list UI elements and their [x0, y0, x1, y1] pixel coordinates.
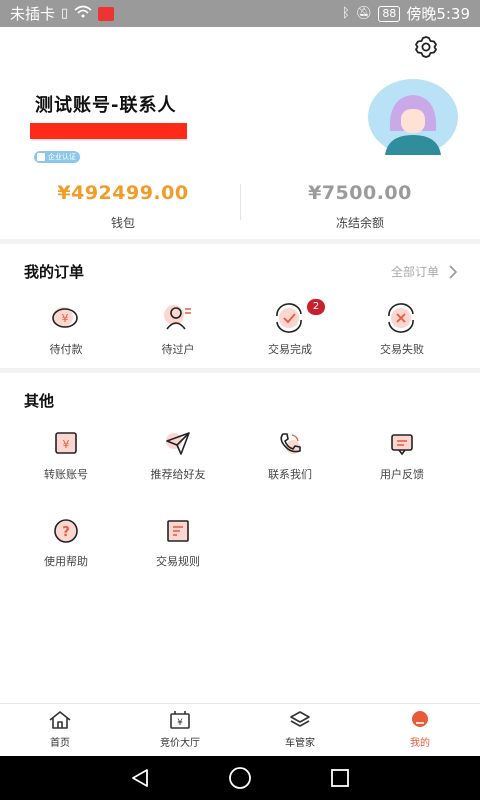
home-icon	[49, 711, 71, 729]
chevron-right-icon	[449, 264, 458, 279]
frozen-label: 冻结余额	[335, 216, 384, 230]
mute-icon: 🔕︎	[355, 6, 373, 21]
phone-icon	[280, 433, 301, 454]
other-label: 用户反馈	[380, 468, 424, 481]
clock-text: 傍晚5:39	[406, 5, 470, 23]
avatar[interactable]	[368, 79, 458, 155]
svg-text:¥: ¥	[63, 438, 70, 451]
send-icon	[166, 432, 190, 455]
layers-icon	[290, 711, 310, 727]
settings-icon[interactable]	[412, 33, 440, 61]
other-label: 使用帮助	[44, 555, 88, 568]
trade-rules-item[interactable]: 交易规则	[118, 517, 238, 569]
sim-icon: ▯	[61, 6, 69, 21]
redacted-phone	[30, 123, 187, 139]
order-pending-transfer[interactable]: 待过户	[118, 303, 238, 357]
rules-doc-icon	[167, 520, 189, 542]
other-label: 推荐给好友	[150, 468, 206, 481]
close-cycle-icon	[388, 303, 414, 333]
frozen-value: ¥7500.00	[308, 182, 412, 204]
other-label: 联系我们	[268, 468, 312, 481]
frozen-block[interactable]: ¥7500.00 冻结余额	[240, 182, 480, 231]
recents-square-icon[interactable]	[329, 767, 351, 789]
home-circle-icon[interactable]	[228, 766, 252, 790]
order-completed[interactable]: 交易完成	[230, 303, 350, 357]
order-label: 交易失败	[380, 343, 424, 356]
yuan-wallet-icon: ¥	[52, 307, 78, 328]
help-icon: ?	[54, 519, 78, 543]
auction-icon: ¥	[170, 711, 190, 729]
svg-text:¥: ¥	[62, 312, 69, 325]
order-label: 待付款	[49, 343, 83, 356]
feedback-icon	[391, 434, 413, 456]
back-icon[interactable]	[129, 767, 151, 789]
section-divider	[0, 368, 480, 373]
other-title: 其他	[24, 392, 55, 410]
wallet-value: ¥492499.00	[57, 182, 189, 204]
bottom-tab-bar: 首页 ¥ 竞价大厅 车管家 我的	[0, 703, 480, 756]
order-label: 待过户	[161, 343, 195, 356]
recommend-friend-item[interactable]: 推荐给好友	[118, 430, 238, 482]
other-label: 交易规则	[156, 555, 200, 568]
tab-auction[interactable]: ¥ 竞价大厅	[120, 704, 240, 756]
order-pending-payment[interactable]: ¥ 待付款	[6, 303, 126, 357]
section-divider	[0, 239, 480, 244]
notification-app-icon	[98, 6, 115, 21]
transfer-account-item[interactable]: ¥ 转账账号	[6, 430, 126, 482]
home-small-icon	[37, 153, 45, 161]
wallet-label: 钱包	[110, 216, 135, 230]
profile-name: 测试账号-联系人	[35, 95, 177, 116]
orders-title: 我的订单	[24, 263, 85, 281]
order-label: 交易完成	[268, 343, 312, 356]
tab-home[interactable]: 首页	[0, 704, 120, 756]
all-orders-label: 全部订单	[390, 265, 439, 279]
carrier-text: 未插卡	[10, 5, 56, 23]
status-bar: 未插卡 ▯ ᛒ 🔕︎ 88 傍晚5:39	[0, 0, 480, 27]
order-failed[interactable]: 交易失败	[342, 303, 462, 357]
badge-text: 企业认证	[48, 153, 76, 161]
profile-page: 测试账号-联系人 企业认证 ¥492499.00 钱包 ¥7500.00 冻结余…	[0, 27, 480, 703]
contact-us-item[interactable]: 联系我们	[230, 430, 350, 482]
wallet-block[interactable]: ¥492499.00 钱包	[3, 182, 243, 231]
profile-icon	[412, 711, 428, 727]
completed-count-badge: 2	[307, 299, 325, 315]
svg-text:?: ?	[62, 525, 70, 540]
check-cycle-icon	[276, 303, 302, 333]
tab-label: 首页	[50, 738, 70, 749]
bluetooth-icon: ᛒ	[341, 6, 350, 21]
tab-label: 竞价大厅	[160, 738, 200, 749]
yuan-card-icon: ¥	[55, 432, 77, 454]
verified-badge: 企业认证	[34, 151, 80, 163]
wifi-icon	[74, 5, 92, 22]
all-orders-link[interactable]: 全部订单	[391, 263, 458, 280]
tab-car-butler[interactable]: 车管家	[240, 704, 360, 756]
battery-icon: 88	[378, 5, 401, 22]
other-label: 转账账号	[44, 468, 88, 481]
user-feedback-item[interactable]: 用户反馈	[342, 430, 462, 482]
svg-text:¥: ¥	[177, 718, 183, 728]
tab-label: 车管家	[285, 738, 315, 749]
help-item[interactable]: ? 使用帮助	[6, 517, 126, 569]
tab-mine[interactable]: 我的	[360, 704, 480, 756]
user-transfer-icon	[164, 305, 191, 330]
system-nav-bar	[0, 756, 480, 800]
tab-label: 我的	[410, 738, 430, 749]
